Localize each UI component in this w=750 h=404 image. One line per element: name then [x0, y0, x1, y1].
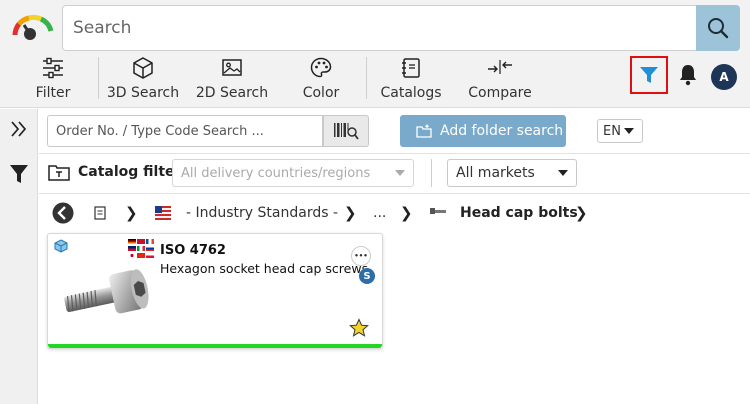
- flag-japan-icon: [128, 253, 136, 258]
- barcode-search-button[interactable]: [323, 115, 369, 147]
- supplier-badge-text: S: [363, 270, 371, 282]
- color-label: Color: [302, 85, 340, 101]
- toolbar-divider: [98, 57, 99, 99]
- catalog-filter-toggle-button[interactable]: [630, 56, 668, 94]
- breadcrumb-item-industry-standards[interactable]: - Industry Standards -: [186, 201, 338, 225]
- breadcrumb-item-head-cap-bolts[interactable]: Head cap bolts: [460, 201, 578, 225]
- catalogs-label: Catalogs: [380, 85, 442, 101]
- add-folder-search-label: Add folder search: [440, 123, 564, 139]
- caret-down-icon: [395, 170, 405, 176]
- gauge-logo-icon[interactable]: [9, 13, 57, 43]
- search-button[interactable]: [696, 5, 740, 51]
- compare-button[interactable]: Compare: [466, 56, 534, 104]
- breadcrumb-separator: ❯: [575, 204, 588, 222]
- markets-value: All markets: [456, 165, 535, 181]
- expand-chevrons-icon[interactable]: [9, 119, 29, 139]
- order-number-search-field[interactable]: [47, 115, 323, 147]
- toolbar-divider: [366, 57, 367, 99]
- flag-china-icon: [137, 253, 145, 258]
- image-icon: [222, 59, 242, 76]
- top-bar: Filter 3D Search 2D Search Color: [0, 0, 750, 108]
- 2d-search-label: 2D Search: [195, 85, 269, 101]
- search-field[interactable]: [62, 5, 696, 51]
- breadcrumb-separator: ❯: [125, 204, 138, 222]
- breadcrumb-separator: ❯: [344, 204, 357, 222]
- catalog-folder-icon: [48, 165, 70, 181]
- cube-icon: [133, 57, 153, 79]
- order-number-input[interactable]: [48, 116, 322, 146]
- 3d-search-button[interactable]: 3D Search: [106, 56, 180, 104]
- country-flags: [128, 239, 156, 258]
- catalogs-button[interactable]: Catalogs: [378, 56, 444, 104]
- left-rail: [0, 109, 38, 404]
- filter-funnel-icon[interactable]: [9, 163, 29, 185]
- filter-tool-label: Filter: [35, 85, 71, 101]
- caret-down-icon: [623, 128, 634, 134]
- compare-label: Compare: [468, 85, 532, 101]
- result-card[interactable]: ISO 4762 Hexagon socket head cap screws …: [47, 233, 383, 349]
- language-value: EN: [603, 123, 621, 139]
- markets-select[interactable]: All markets: [447, 159, 577, 187]
- standards-flag-icon: [155, 206, 171, 220]
- avatar-initial: A: [719, 70, 729, 84]
- user-avatar[interactable]: A: [711, 64, 737, 90]
- search-icon: [708, 18, 729, 39]
- flag-italy-icon: [137, 246, 145, 251]
- screw-thumbnail: [64, 269, 149, 314]
- funnel-icon: [640, 67, 658, 83]
- language-select[interactable]: EN: [597, 119, 643, 143]
- bell-icon[interactable]: [677, 63, 699, 87]
- flag-france-icon: [146, 239, 154, 244]
- divider: [39, 153, 750, 154]
- add-folder-search-button[interactable]: Add folder search: [400, 115, 566, 147]
- caret-down-icon: [558, 170, 568, 176]
- palette-icon: [310, 57, 332, 78]
- flag-russia-icon: [146, 246, 154, 251]
- catalog-root-icon[interactable]: [93, 206, 107, 220]
- delivery-countries-placeholder: All delivery countries/regions: [181, 165, 371, 181]
- more-options-dots: •••: [354, 251, 368, 260]
- catalog-filter-label: Catalog filter: [78, 164, 182, 180]
- 2d-search-button[interactable]: 2D Search: [195, 56, 269, 104]
- status-bar: [48, 344, 382, 348]
- flag-poland-icon: [146, 253, 154, 258]
- 3d-model-icon: [54, 239, 68, 253]
- delivery-countries-select[interactable]: All delivery countries/regions: [172, 159, 414, 187]
- bolt-icon: [430, 208, 446, 214]
- color-button[interactable]: Color: [298, 56, 344, 104]
- add-folder-icon: [416, 124, 432, 138]
- compare-arrows-icon: [488, 60, 512, 74]
- sliders-icon: [43, 57, 63, 79]
- divider: [39, 193, 750, 194]
- search-input[interactable]: [63, 6, 696, 50]
- result-subtitle: Hexagon socket head cap screws: [160, 261, 369, 276]
- favorite-star-icon[interactable]: [349, 318, 369, 338]
- barcode-search-icon: [334, 123, 359, 140]
- breadcrumb: [52, 201, 74, 225]
- supplier-badge: S: [359, 268, 375, 284]
- back-arrow-icon[interactable]: [52, 202, 74, 224]
- result-title[interactable]: ISO 4762: [160, 243, 226, 258]
- divider: [431, 159, 432, 187]
- flag-england-icon: [137, 239, 145, 244]
- flag-uk-icon: [128, 246, 136, 251]
- catalog-book-icon: [402, 58, 420, 78]
- breadcrumb-separator: ❯: [400, 204, 413, 222]
- flag-germany-icon: [128, 239, 136, 244]
- more-options-button[interactable]: •••: [351, 246, 371, 266]
- 3d-search-label: 3D Search: [106, 85, 180, 101]
- filter-tool-button[interactable]: Filter: [30, 56, 76, 104]
- breadcrumb-item-ellipsis[interactable]: ...: [373, 201, 386, 225]
